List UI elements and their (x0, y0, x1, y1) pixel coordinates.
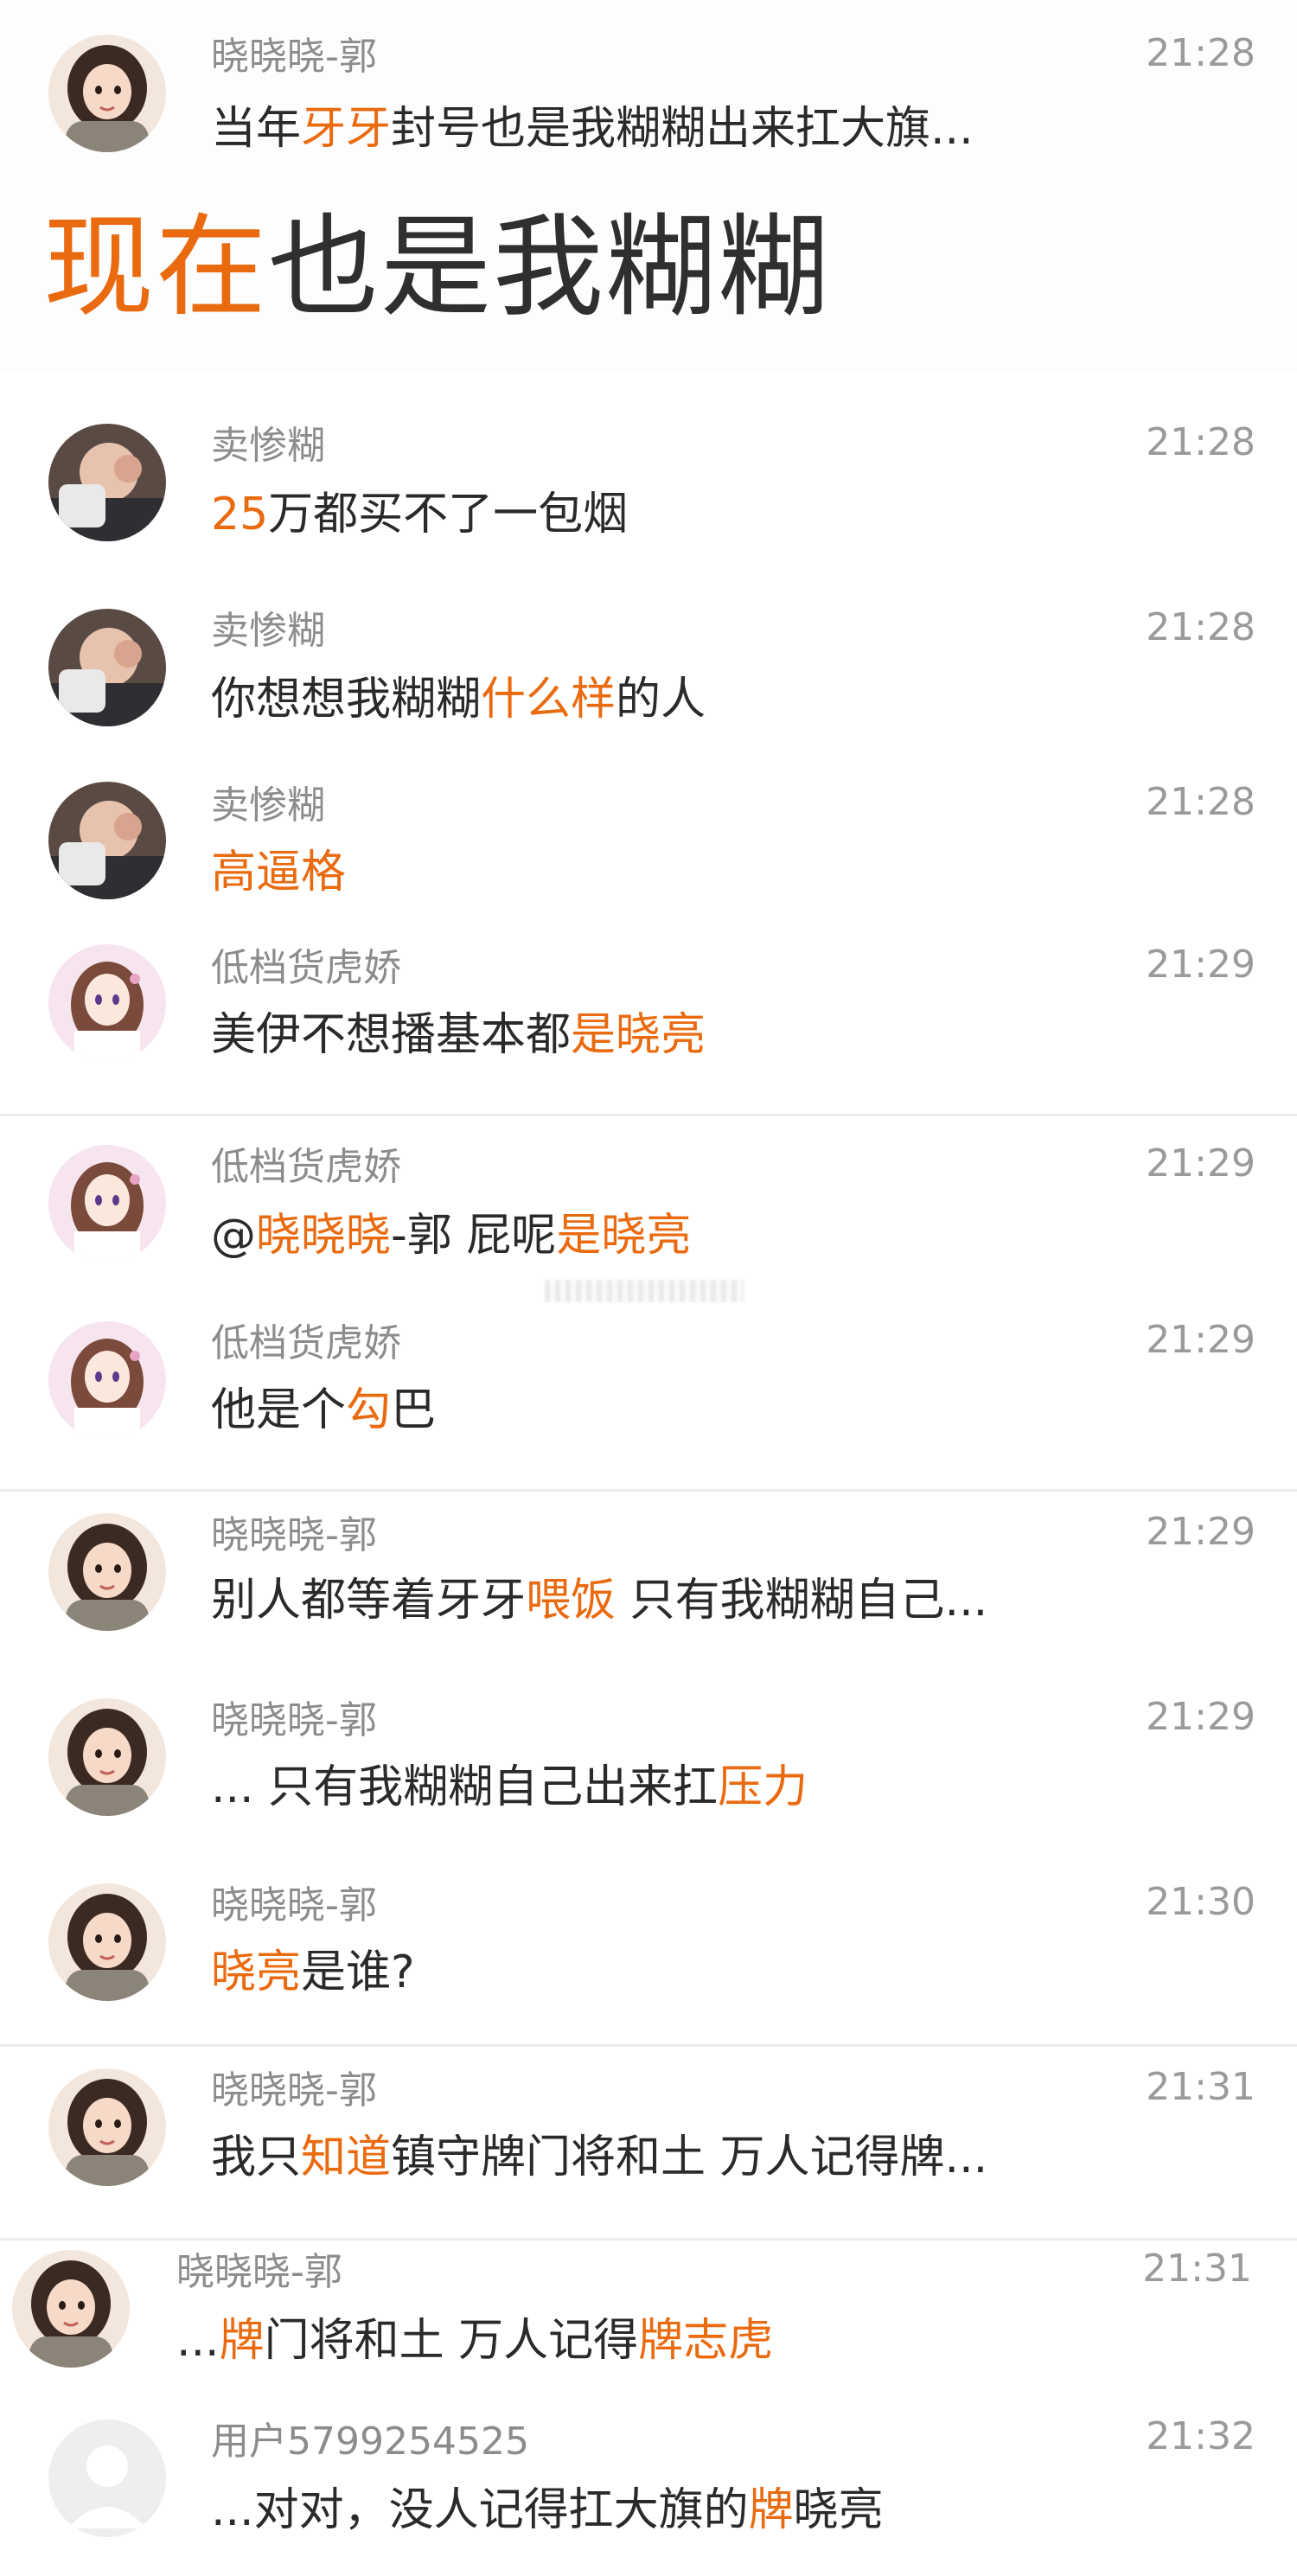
sender-name: 晓晓晓-郭 (211, 35, 377, 79)
timestamp: 21:29 (1146, 1141, 1255, 1186)
timestamp: 21:32 (1146, 2414, 1255, 2458)
divider (0, 2238, 1297, 2240)
message-text: 当年牙牙封号也是我糊糊出来扛大旗... (211, 102, 974, 156)
text-segment: 封号也是我糊糊出来扛大旗... (391, 103, 974, 155)
timestamp: 21:31 (1142, 2247, 1252, 2291)
text-segment: 我只 (211, 2132, 302, 2183)
text-segment: 门将和土 万人记得 (264, 2315, 639, 2367)
text-segment: ... (176, 2315, 220, 2367)
highlighted-text: 25 (211, 489, 269, 540)
message-text: 别人都等着牙牙喂饭 只有我糊糊自己... (211, 1574, 987, 1627)
text-segment: 是谁? (301, 1946, 415, 1998)
sender-name: 晓晓晓-郭 (211, 1698, 377, 1742)
photo-avatar[interactable] (48, 424, 166, 541)
watermark-smudge (545, 1280, 744, 1302)
message-text: 美伊不想播基本都是晓亮 (211, 1008, 706, 1062)
text-segment: 镇守牌门将和土 万人记得牌... (391, 2132, 988, 2183)
message-text: ...牌门将和土 万人记得牌志虎 (176, 2314, 773, 2368)
highlighted-text: 牌 (748, 2484, 794, 2536)
text-segment: 当年 (211, 103, 302, 155)
message-text: 25万都买不了一包烟 (211, 488, 628, 541)
sender-name: 晓晓晓-郭 (211, 1513, 377, 1557)
text-segment: 他是个 (211, 1384, 347, 1436)
girl-cartoon-avatar[interactable] (48, 35, 166, 152)
sender-name: 卖惨糊 (211, 783, 325, 828)
divider (0, 1114, 1297, 1116)
text-segment: 美伊不想播基本都 (211, 1009, 572, 1061)
text-segment: 万都买不了一包烟 (268, 489, 629, 540)
photo-avatar[interactable] (48, 609, 166, 726)
highlighted-text: 牌志虎 (638, 2315, 774, 2367)
sender-name: 晓晓晓-郭 (211, 1883, 377, 1927)
text-segment: ... 只有我糊糊自己出来扛 (211, 1761, 719, 1813)
sender-name: 晓晓晓-郭 (176, 2250, 342, 2294)
message-text: 我只知道镇守牌门将和土 万人记得牌... (211, 2131, 987, 2184)
timestamp: 21:28 (1146, 780, 1255, 824)
timestamp: 21:28 (1146, 605, 1255, 649)
sender-name: 卖惨糊 (211, 609, 325, 653)
timestamp: 21:29 (1146, 943, 1255, 987)
big-overlay-caption: 现在也是我糊糊 (43, 203, 830, 333)
text-segment: 别人都等着牙牙 (211, 1575, 527, 1627)
message-text: ... 只有我糊糊自己出来扛压力 (211, 1761, 808, 1814)
divider (0, 2044, 1297, 2047)
anime-girl-avatar[interactable] (48, 1321, 166, 1439)
default-user-icon[interactable] (48, 2419, 166, 2537)
text-segment: 只有我糊糊自己... (616, 1575, 988, 1627)
text-segment: 晓亮 (793, 2484, 884, 2536)
message-text: 你想想我糊糊什么样的人 (211, 673, 706, 726)
girl-cartoon-avatar[interactable] (12, 2250, 130, 2368)
message-text: 晓亮是谁? (211, 1946, 415, 1999)
highlighted-text: 是晓亮 (571, 1009, 706, 1061)
timestamp: 21:29 (1146, 1510, 1255, 1554)
sender-name: 卖惨糊 (211, 424, 325, 468)
timestamp: 21:28 (1146, 31, 1255, 75)
sender-name: 晓晓晓-郭 (211, 2068, 377, 2113)
timestamp: 21:31 (1146, 2065, 1255, 2109)
timestamp: 21:30 (1146, 1880, 1255, 1924)
sender-name: 低档货虎娇 (211, 1145, 401, 1189)
message-text: 他是个勾巴 (211, 1384, 436, 1437)
highlighted-text: 现在 (43, 203, 269, 332)
text-segment: 你想想我糊糊 (211, 674, 482, 725)
sender-name: 低档货虎娇 (211, 946, 401, 990)
timestamp: 21:28 (1146, 420, 1255, 464)
highlighted-text: 什么样 (481, 674, 617, 725)
girl-cartoon-avatar[interactable] (48, 1883, 166, 2001)
girl-cartoon-avatar[interactable] (48, 2068, 166, 2186)
sender-name: 低档货虎娇 (211, 1321, 401, 1365)
timestamp: 21:29 (1146, 1695, 1255, 1739)
highlighted-text: 压力 (718, 1761, 808, 1813)
highlighted-text: 是晓亮 (556, 1210, 692, 1262)
girl-cartoon-avatar[interactable] (48, 1513, 166, 1631)
girl-cartoon-avatar[interactable] (48, 1698, 166, 1816)
highlighted-text: 高逼格 (211, 847, 347, 898)
mention-link[interactable]: 晓晓晓 (256, 1210, 391, 1262)
highlighted-text: 勾 (346, 1384, 392, 1436)
photo-avatar[interactable] (48, 782, 166, 899)
anime-girl-avatar[interactable] (48, 1145, 166, 1262)
message-text: 高逼格 (211, 846, 346, 899)
highlighted-text: 知道 (301, 2132, 392, 2183)
highlighted-text: 牙牙 (301, 103, 392, 155)
message-text: @晓晓晓-郭 屁呢是晓亮 (211, 1209, 691, 1262)
text-segment: ...对对，没人记得扛大旗的 (211, 2484, 749, 2536)
divider (0, 1489, 1297, 1492)
text-segment: @ (211, 1210, 256, 1262)
text-segment: 巴 (391, 1384, 437, 1436)
text-segment: 的人 (616, 674, 706, 725)
text-segment: 也是我糊糊 (268, 203, 831, 332)
message-text: ...对对，没人记得扛大旗的牌晓亮 (211, 2483, 884, 2537)
timestamp: 21:29 (1146, 1318, 1255, 1362)
text-segment: -郭 屁呢 (391, 1210, 557, 1262)
chat-screen: 晓晓晓-郭 21:28 当年牙牙封号也是我糊糊出来扛大旗... 现在也是我糊糊 … (0, 0, 1297, 2576)
anime-girl-avatar[interactable] (48, 944, 166, 1062)
highlighted-text: 晓亮 (211, 1946, 302, 1998)
highlighted-text: 牌 (219, 2315, 265, 2367)
highlighted-text: 喂饭 (526, 1575, 617, 1627)
sender-name: 用户5799254525 (211, 2419, 529, 2464)
